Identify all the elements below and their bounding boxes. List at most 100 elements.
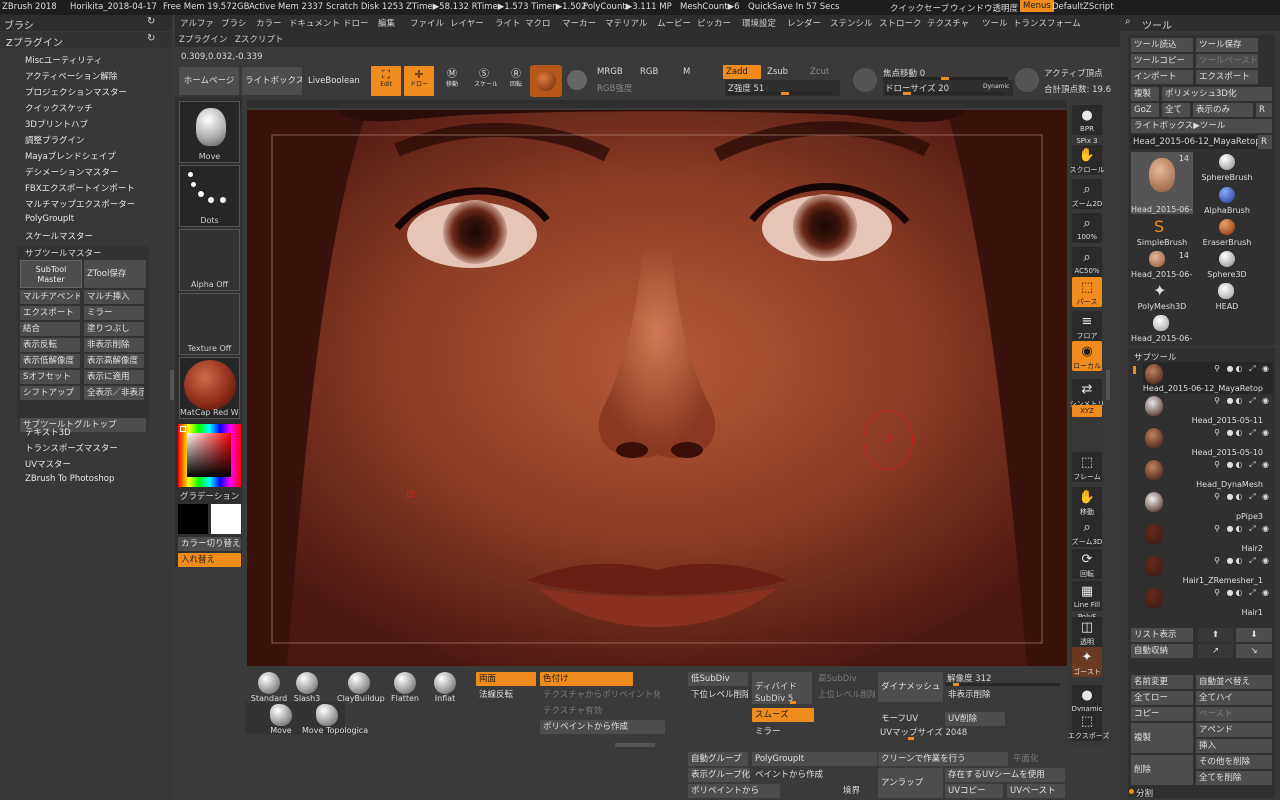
lightbox-button[interactable]: ライトボックス (242, 67, 302, 95)
split-label[interactable]: 分割 (1136, 787, 1153, 799)
flip-normals-button[interactable]: 法線反転 (476, 688, 536, 702)
subtool-visibility-icon[interactable]: ⚲ ●◐ ⤢ ◉ (1214, 588, 1271, 598)
homepage-button[interactable]: ホームページ (179, 67, 239, 95)
plugin-item[interactable]: マルチマップエクスポーター (25, 198, 135, 210)
transparent-button[interactable]: ◫ 透明 (1072, 617, 1102, 647)
main-color-swatch[interactable] (178, 504, 208, 534)
unwrap-button[interactable]: アンラップ (878, 768, 943, 798)
d-icon[interactable] (1015, 68, 1039, 92)
rename-button[interactable]: 名前変更 (1131, 675, 1193, 689)
polymesh3d-button[interactable]: ポリメッシュ3D化 (1162, 87, 1272, 101)
arrow-up-icon[interactable]: ⬆ (1198, 628, 1233, 642)
rgb-button[interactable]: RGB (640, 67, 658, 77)
plugin-item[interactable]: クイックスケッチ (25, 102, 93, 114)
subdiv-slider-handle[interactable] (790, 701, 796, 704)
smooth-button[interactable]: スムーズ (752, 708, 814, 722)
menu-10[interactable]: マーカー (562, 17, 596, 29)
border-button[interactable]: 境界 (840, 784, 876, 798)
arrow-down-right-icon[interactable]: ↘ (1236, 644, 1272, 658)
tex-from-poly-button[interactable]: テクスチャからポリペイント化 (540, 688, 660, 702)
uv-copy-button[interactable]: UVコピー (945, 784, 1003, 798)
resolution-slider[interactable]: 解像度 312 (945, 672, 1065, 686)
swap-color-button[interactable]: 入れ替え (178, 553, 241, 567)
subtool-master-action[interactable]: ミラー (84, 306, 144, 320)
alpha-selector[interactable]: Alpha Off (179, 229, 240, 291)
auto-reorder-button[interactable]: 自動並べ替え (1196, 675, 1272, 689)
material-sphere-icon[interactable] (530, 65, 562, 97)
tool-thumb[interactable]: S SimpleBrush (1131, 217, 1193, 247)
menu-13[interactable]: ピッカー (697, 17, 731, 29)
tool-thumb[interactable]: Head_2015-06-1 14 (1131, 249, 1193, 279)
mrgb-button[interactable]: MRGB (597, 67, 623, 77)
tool-palette-header[interactable]: ⌕ ツール (1120, 15, 1280, 32)
plugin-item[interactable]: PolyGroupIt (25, 214, 74, 224)
tool-thumb[interactable]: Head_2015-06-1 14 (1131, 152, 1193, 214)
subtool-row[interactable]: ⚲ ●◐ ⤢ ◉ Head_DynaMesh (1143, 458, 1273, 490)
subtool-master-action[interactable]: 全表示／非表示 (84, 386, 144, 400)
menu2-0[interactable]: Zプラグイン (179, 33, 227, 45)
auto-groups-button[interactable]: 自動グループ (688, 752, 748, 766)
auto-collapse-button[interactable]: 自動収納 (1131, 644, 1193, 658)
visible-group-button[interactable]: 表示グループ化 (688, 768, 750, 782)
zoom100-button[interactable]: ⌕ 100% (1072, 213, 1102, 243)
zoom2d-button[interactable]: ⌕ ズーム2D (1072, 179, 1102, 209)
use-existing-uv-button[interactable]: 存在するUVシームを使用 (945, 768, 1065, 782)
xyz-symmetry-button[interactable]: XYZ (1072, 405, 1102, 417)
polygroupit-button[interactable]: PolyGroupIt (752, 752, 877, 766)
plugin-item[interactable]: スケールマスター (25, 230, 93, 242)
brush-palette-header[interactable]: ブラシ ↻ (0, 15, 172, 32)
refresh-icon[interactable]: ↻ (147, 33, 155, 44)
rotate-mode-button[interactable]: Ⓡ 回転 (503, 66, 529, 96)
dynamic-label[interactable]: Dynamic (983, 83, 1009, 90)
color-picker[interactable] (178, 424, 241, 487)
from-polypaint-button[interactable]: ポリペイントから (688, 784, 780, 798)
tool-thumb[interactable]: EraserBrush (1196, 217, 1258, 247)
quicksave-button[interactable]: クイックセーブ (890, 2, 949, 14)
lower-subdiv-button[interactable]: 低SubDiv (688, 672, 748, 686)
menu-16[interactable]: ステンシル (830, 17, 873, 29)
draw-button[interactable]: ✛ ドロー (404, 66, 434, 96)
focal-shift-slider[interactable]: 焦点移動 0 (883, 65, 1013, 81)
ztool-save-button[interactable]: ZTool保存 (84, 260, 146, 288)
subtool-master-action[interactable]: 表示反転 (20, 338, 80, 352)
all-low-button[interactable]: 全てロー (1131, 691, 1193, 705)
subtool-master-action[interactable]: 非表示削除 (84, 338, 144, 352)
subtool-visibility-icon[interactable]: ⚲ ●◐ ⤢ ◉ (1214, 396, 1271, 406)
subtool-visibility-icon[interactable]: ⚲ ●◐ ⤢ ◉ (1214, 364, 1271, 374)
arrow-down-icon[interactable]: ⬇ (1236, 628, 1272, 642)
texture-selector[interactable]: Texture Off (179, 293, 240, 355)
copy-button[interactable]: コピー (1131, 707, 1193, 721)
double-sided-button[interactable]: 両面 (476, 672, 536, 686)
liveboolean-button[interactable]: LiveBoolean (305, 67, 360, 95)
brush-4[interactable]: Inflat (423, 672, 467, 703)
subtool-master-action[interactable]: マルチ挿入 (84, 290, 144, 304)
higher-subdiv-button[interactable]: 高SubDiv (815, 672, 875, 686)
menu-11[interactable]: マテリアル (605, 17, 647, 29)
r-button[interactable]: R (1256, 103, 1272, 117)
menu2-1[interactable]: Zスクリプト (235, 33, 283, 45)
focal-s-icon[interactable] (853, 68, 877, 92)
move-mode-button[interactable]: Ⓜ 移動 (439, 66, 465, 96)
insert-button[interactable]: 挿入 (1196, 739, 1272, 753)
rgb-intensity-slider[interactable]: RGB強度 (597, 82, 632, 94)
menu-9[interactable]: マクロ (525, 17, 551, 29)
tool-action-button[interactable]: インポート (1131, 70, 1193, 84)
color-square[interactable] (187, 433, 231, 477)
ghost-button[interactable]: ✦ ゴースト (1072, 647, 1102, 677)
linefill-button[interactable]: ▦ Line Fill (1072, 581, 1102, 611)
menu-15[interactable]: レンダー (787, 17, 821, 29)
crease-button[interactable]: クリーンで作業を行う (878, 752, 1008, 766)
subtool-row[interactable]: ⚲ ●◐ ⤢ ◉ Head_2015-05-11 (1143, 394, 1273, 426)
gradient-label[interactable]: グラデーション (180, 490, 239, 502)
delete-button[interactable]: 削除 (1131, 755, 1193, 785)
subtool-row[interactable]: ⚲ ●◐ ⤢ ◉ Head_2015-06-12_MayaRetop (1143, 362, 1273, 394)
goz-button[interactable]: GoZ (1131, 103, 1159, 117)
tool-action-button[interactable]: エクスポート (1196, 70, 1258, 84)
window-transparency[interactable]: ウィンドウ透明度 (950, 2, 1018, 14)
morph-uv-button[interactable]: モーフUV (878, 712, 943, 726)
divide-button[interactable]: ディバイド SubDiv 5 (752, 672, 812, 704)
gyro-s-icon[interactable] (567, 70, 587, 90)
from-paint-button[interactable]: ペイントから作成 (752, 768, 877, 782)
z-intensity-slider[interactable]: Z強度 51 (725, 80, 840, 96)
subtool-master-action[interactable]: 表示低解像度 (20, 354, 80, 368)
